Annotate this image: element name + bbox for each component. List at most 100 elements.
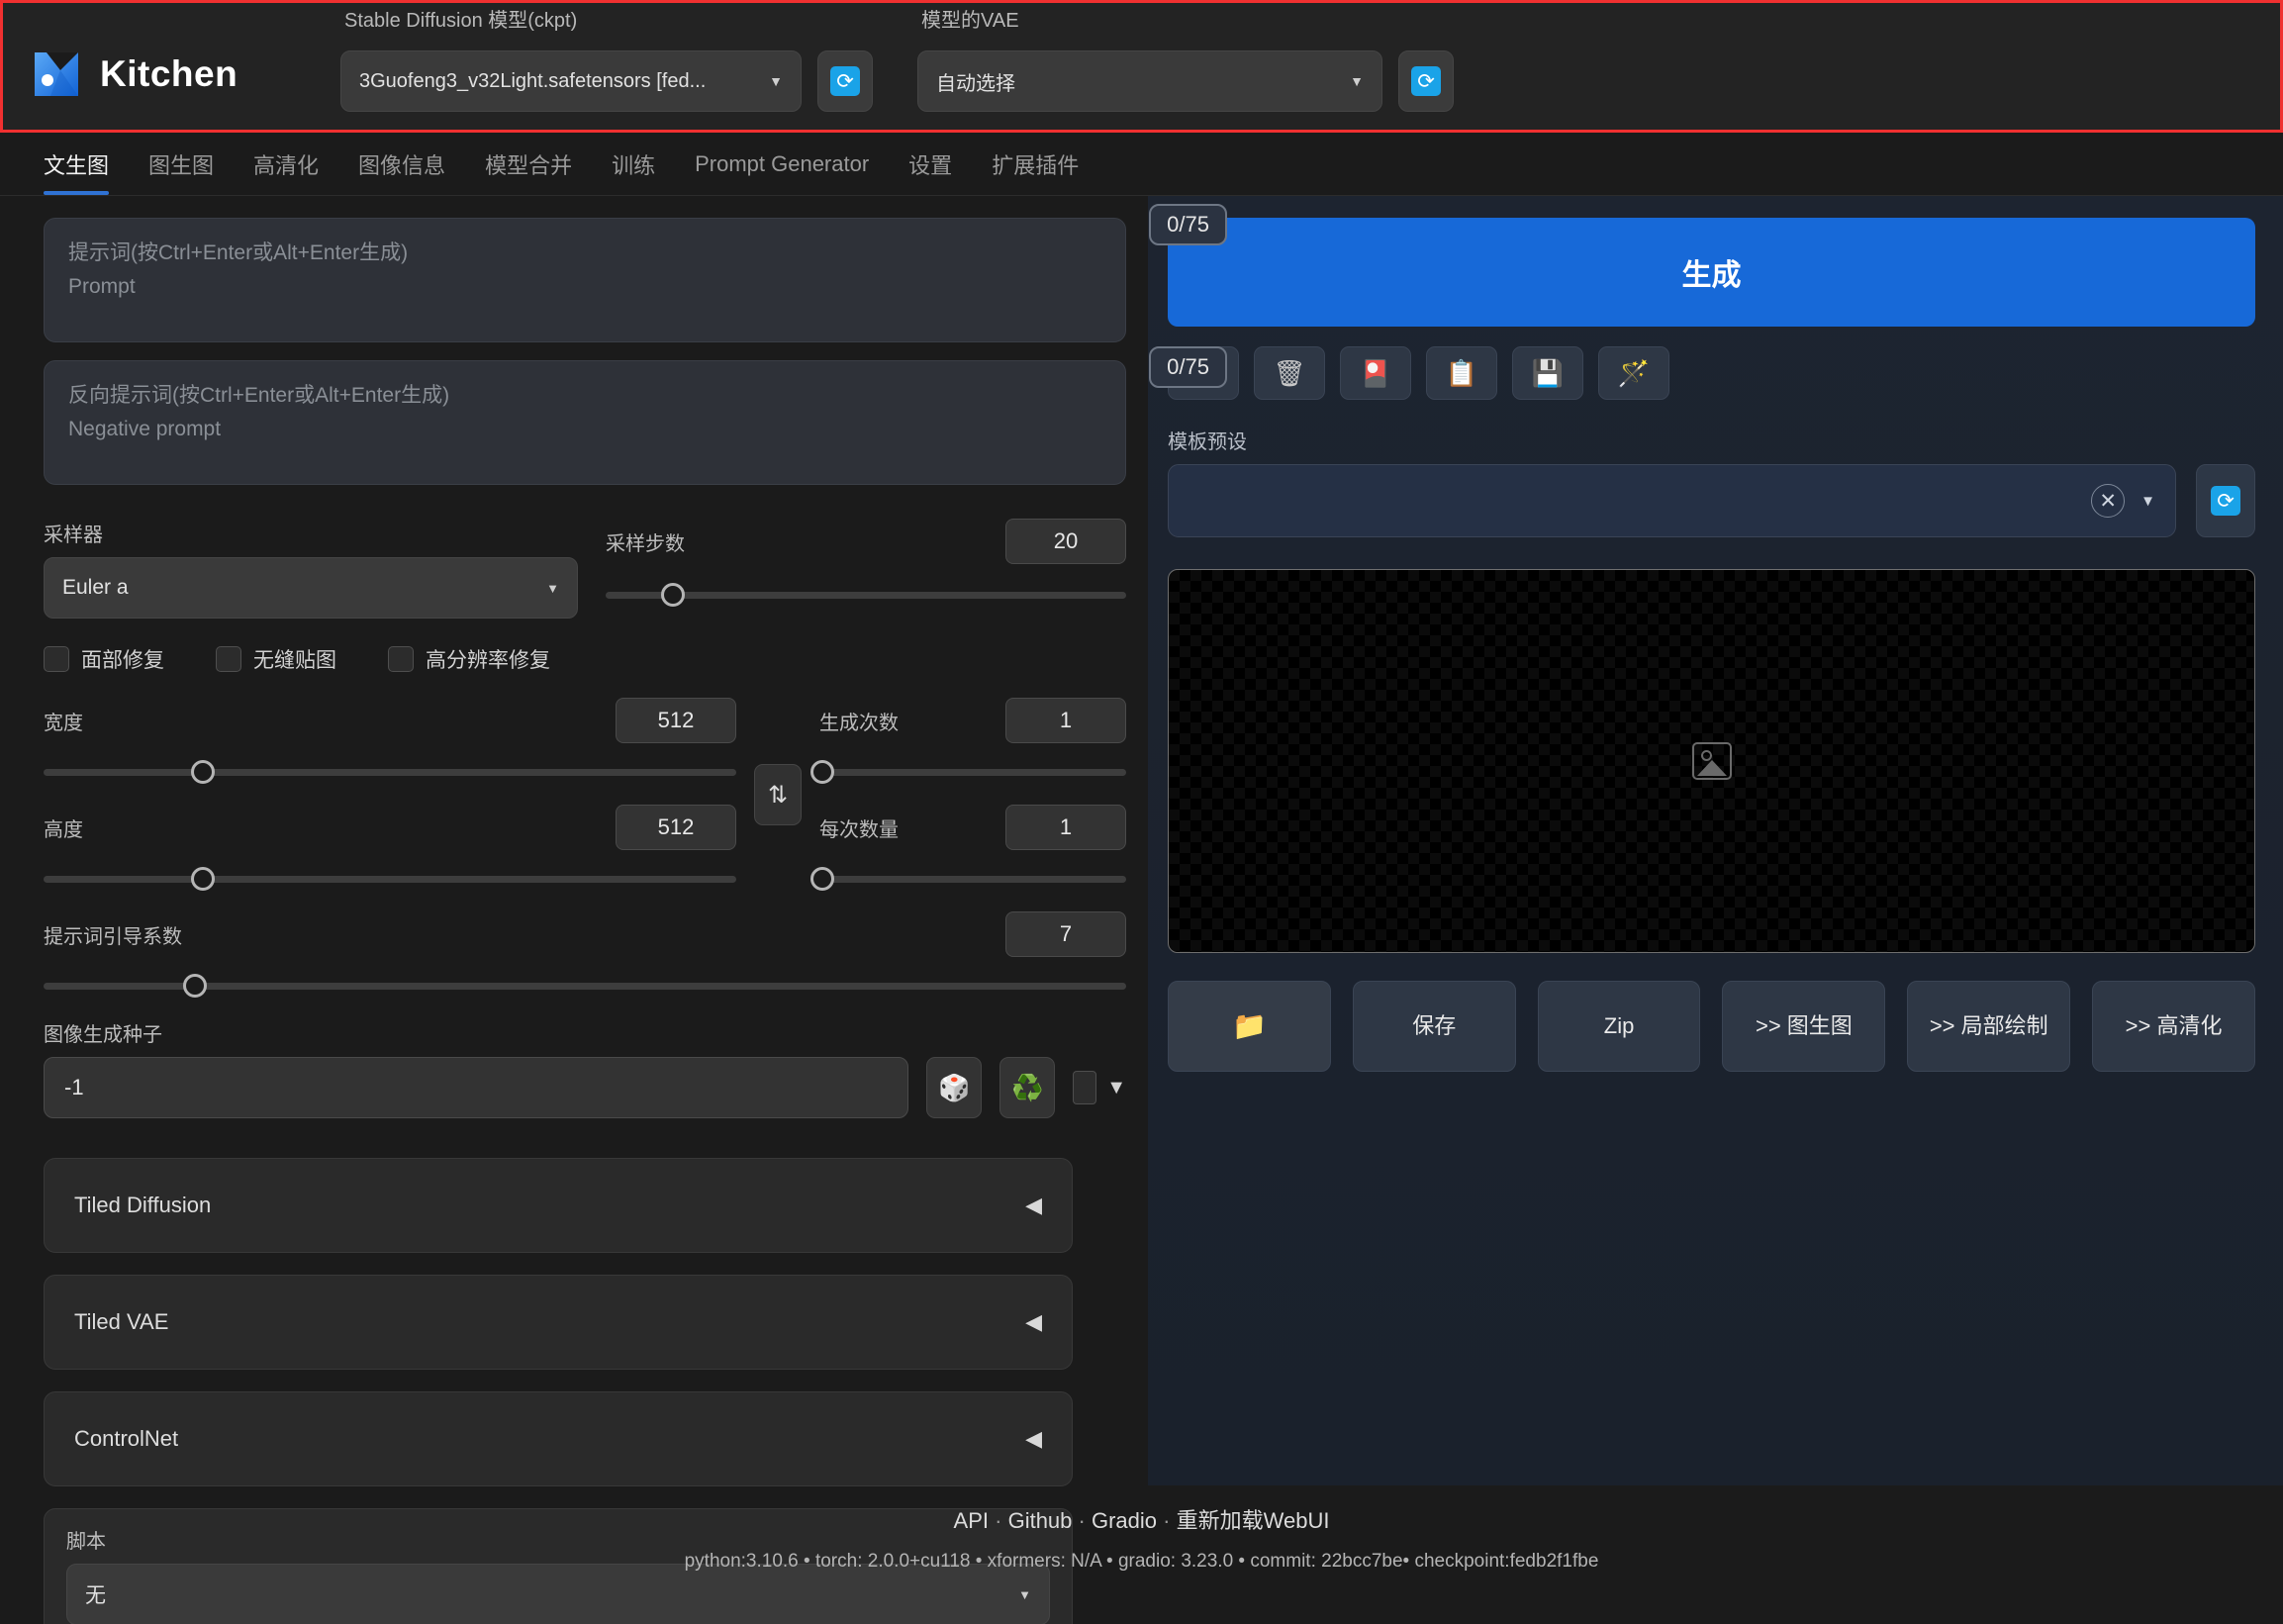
checkbox-restore-faces-label: 面部修复 (81, 644, 164, 674)
footer-link-api[interactable]: API (954, 1508, 989, 1533)
tab-img2img[interactable]: 图生图 (129, 133, 234, 195)
brand-name: Kitchen (100, 53, 238, 95)
tab-prompt-generator[interactable]: Prompt Generator (675, 133, 889, 195)
vae-label: 模型的VAE (921, 4, 1019, 33)
checkpoint-label: Stable Diffusion 模型(ckpt) (344, 4, 577, 33)
checkbox-restore-faces[interactable]: 面部修复 (44, 644, 164, 674)
script-dropdown[interactable]: 无 ▼ (66, 1564, 1050, 1624)
cfg-scale-slider-thumb[interactable] (183, 974, 207, 998)
sampler-steps-row: 采样器 Euler a ▼ 采样步数 20 (44, 519, 1126, 619)
floppy-save-icon[interactable]: 💾 (1512, 346, 1583, 400)
cfg-scale-value[interactable]: 7 (1005, 911, 1126, 957)
checkbox-box[interactable] (1073, 1071, 1096, 1104)
batch-count-slider-thumb[interactable] (810, 760, 834, 784)
checkbox-box[interactable] (388, 646, 414, 672)
dice-icon: 🎲 (938, 1073, 970, 1103)
tab-checkpoint-merger[interactable]: 模型合并 (465, 133, 592, 195)
extra-seed-toggle[interactable]: ▼ (1073, 1071, 1126, 1104)
send-to-extras-button[interactable]: >> 高清化 (2092, 981, 2255, 1072)
refresh-checkpoint-button[interactable]: ⟳ (817, 50, 873, 112)
checkpoint-value: 3Guofeng3_v32Light.safetensors [fed... (359, 70, 706, 93)
swap-dimensions-wrap: ⇅ (736, 698, 819, 892)
random-seed-button[interactable]: 🎲 (926, 1057, 982, 1118)
tab-extras[interactable]: 高清化 (234, 133, 338, 195)
footer-link-gradio[interactable]: Gradio (1092, 1508, 1157, 1533)
checkbox-hires-fix[interactable]: 高分辨率修复 (388, 644, 550, 674)
batch-size-slider[interactable] (819, 864, 1126, 894)
negative-prompt-placeholder-en: Negative prompt (68, 415, 1101, 444)
checkbox-tiling[interactable]: 无缝贴图 (216, 644, 336, 674)
vae-dropdown[interactable]: 自动选择 ▼ (917, 50, 1382, 112)
preset-dropdown[interactable]: ✕ ▼ (1168, 464, 2176, 537)
prompt-input[interactable]: 提示词(按Ctrl+Enter或Alt+Enter生成) Prompt (44, 218, 1126, 342)
swap-dimensions-button[interactable]: ⇅ (754, 764, 802, 825)
result-gallery[interactable] (1168, 569, 2255, 953)
width-value[interactable]: 512 (616, 698, 736, 743)
sampler-dropdown[interactable]: Euler a ▼ (44, 557, 578, 619)
magic-wand-icon[interactable]: 🪄 (1598, 346, 1669, 400)
accordion-controlnet[interactable]: ControlNet ◀ (44, 1391, 1073, 1486)
batch-count-field: 生成次数 1 (819, 698, 1126, 743)
reuse-seed-button[interactable]: ♻️ (999, 1057, 1055, 1118)
open-folder-button[interactable]: 📁 (1168, 981, 1331, 1072)
chevron-down-icon: ▼ (1018, 1587, 1031, 1602)
clipboard-icon[interactable]: 📋 (1426, 346, 1497, 400)
height-slider[interactable] (44, 864, 736, 894)
tab-bar: 文生图 图生图 高清化 图像信息 模型合并 训练 Prompt Generato… (0, 133, 2283, 196)
close-icon[interactable]: ✕ (2091, 484, 2125, 518)
steps-slider-thumb[interactable] (661, 583, 685, 607)
height-slider-track (44, 876, 736, 883)
zip-button[interactable]: Zip (1538, 981, 1701, 1072)
steps-label: 采样步数 (606, 527, 685, 556)
footer-separator: · (995, 1508, 1007, 1533)
tab-settings[interactable]: 设置 (889, 133, 972, 195)
batch-count-label: 生成次数 (819, 707, 899, 735)
batch-size-slider-thumb[interactable] (810, 867, 834, 891)
checkpoint-dropdown[interactable]: 3Guofeng3_v32Light.safetensors [fed... ▼ (340, 50, 802, 112)
width-slider[interactable] (44, 757, 736, 787)
chevron-down-icon: ▼ (2140, 493, 2155, 510)
tab-txt2img[interactable]: 文生图 (24, 133, 129, 195)
refresh-icon: ⟳ (2211, 486, 2240, 516)
width-slider-thumb[interactable] (191, 760, 215, 784)
height-value[interactable]: 512 (616, 805, 736, 850)
chevron-left-icon: ◀ (1025, 1426, 1042, 1452)
checkbox-box[interactable] (216, 646, 241, 672)
prompt-token-counter: 0/75 (1149, 204, 1227, 245)
swap-vertical-icon: ⇅ (768, 781, 788, 810)
steps-value[interactable]: 20 (1005, 519, 1126, 564)
batch-count-value[interactable]: 1 (1005, 698, 1126, 743)
batch-size-value[interactable]: 1 (1005, 805, 1126, 850)
checkbox-hires-fix-label: 高分辨率修复 (426, 644, 550, 674)
footer-link-github[interactable]: Github (1008, 1508, 1073, 1533)
width-slider-track (44, 769, 736, 776)
batch-size-label: 每次数量 (819, 813, 899, 842)
extra-networks-icon[interactable]: 🎴 (1340, 346, 1411, 400)
footer-link-reload-webui[interactable]: 重新加载WebUI (1177, 1508, 1330, 1533)
seed-input[interactable]: -1 (44, 1057, 908, 1118)
refresh-vae-button[interactable]: ⟳ (1398, 50, 1454, 112)
height-label: 高度 (44, 813, 83, 842)
accordion-tiled-diffusion[interactable]: Tiled Diffusion ◀ (44, 1158, 1073, 1253)
refresh-preset-button[interactable]: ⟳ (2196, 464, 2255, 537)
checkbox-tiling-label: 无缝贴图 (253, 644, 336, 674)
seed-value: -1 (64, 1075, 84, 1100)
cfg-scale-slider[interactable] (44, 971, 1126, 1001)
save-button[interactable]: 保存 (1353, 981, 1516, 1072)
tab-extensions[interactable]: 扩展插件 (972, 133, 1098, 195)
tab-train[interactable]: 训练 (592, 133, 675, 195)
checkbox-box[interactable] (44, 646, 69, 672)
tab-pnginfo[interactable]: 图像信息 (338, 133, 465, 195)
height-slider-thumb[interactable] (191, 867, 215, 891)
steps-slider[interactable] (606, 580, 1126, 610)
preset-label: 模板预设 (1168, 426, 2255, 454)
negative-prompt-input[interactable]: 反向提示词(按Ctrl+Enter或Alt+Enter生成) Negative … (44, 360, 1126, 485)
trash-icon[interactable]: 🗑 (1254, 346, 1325, 400)
generate-button[interactable]: 生成 (1168, 218, 2255, 327)
vae-field: 模型的VAE 自动选择 ▼ (917, 50, 1382, 112)
sampler-label: 采样器 (44, 519, 578, 547)
send-to-inpaint-button[interactable]: >> 局部绘制 (1907, 981, 2070, 1072)
batch-count-slider[interactable] (819, 757, 1126, 787)
send-to-img2img-button[interactable]: >> 图生图 (1722, 981, 1885, 1072)
accordion-tiled-vae[interactable]: Tiled VAE ◀ (44, 1275, 1073, 1370)
